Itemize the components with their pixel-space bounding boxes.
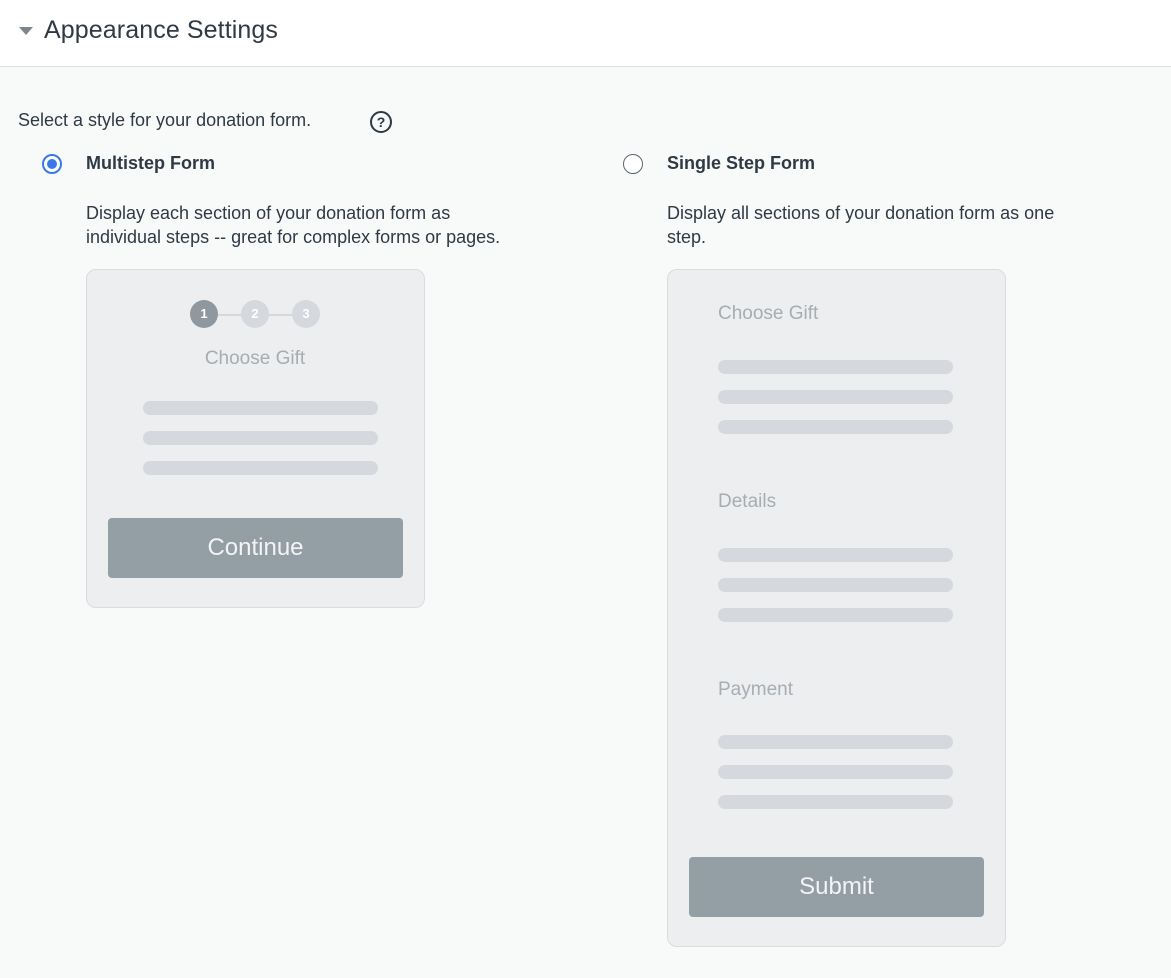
- section-header: Appearance Settings: [0, 0, 1171, 67]
- multistep-description: Display each section of your donation fo…: [86, 201, 500, 249]
- singlestep-description: Display all sections of your donation fo…: [667, 201, 1054, 249]
- singlestep-preview[interactable]: Choose Gift Details Payment Submit: [667, 269, 1006, 947]
- placeholder-bar: [718, 390, 953, 404]
- placeholder-bar: [718, 735, 953, 749]
- preview-continue-button: Continue: [108, 518, 403, 578]
- preview-section-label: Choose Gift: [204, 348, 306, 369]
- placeholder-bar: [143, 431, 378, 445]
- help-icon[interactable]: ?: [370, 111, 392, 133]
- multistep-title[interactable]: Multistep Form: [86, 153, 215, 174]
- section-title: Appearance Settings: [44, 16, 279, 44]
- placeholder-bar: [718, 765, 953, 779]
- collapse-caret-icon[interactable]: [19, 27, 33, 35]
- multistep-preview[interactable]: 1 2 3 Choose Gift Continue: [86, 269, 425, 608]
- placeholder-bar: [143, 401, 378, 415]
- preview-section-label: Details: [718, 491, 777, 512]
- placeholder-bar: [718, 548, 953, 562]
- multistep-radio[interactable]: [42, 154, 62, 174]
- step-indicator: 1: [190, 300, 218, 328]
- placeholder-bar: [718, 360, 953, 374]
- singlestep-description-line: step.: [667, 227, 707, 247]
- singlestep-radio[interactable]: [623, 154, 643, 174]
- style-prompt: Select a style for your donation form.: [18, 110, 312, 130]
- step-indicator: 3: [292, 300, 320, 328]
- multistep-description-line: Display each section of your donation fo…: [86, 203, 451, 223]
- preview-section-label: Payment: [718, 679, 793, 700]
- preview-submit-button: Submit: [689, 857, 984, 917]
- placeholder-bar: [143, 461, 378, 475]
- multistep-description-line: individual steps -- great for complex fo…: [86, 227, 501, 247]
- placeholder-bar: [718, 795, 953, 809]
- step-indicator: 2: [241, 300, 269, 328]
- placeholder-bar: [718, 578, 953, 592]
- singlestep-title[interactable]: Single Step Form: [667, 153, 815, 174]
- preview-section-label: Choose Gift: [718, 303, 819, 324]
- placeholder-bar: [718, 608, 953, 622]
- placeholder-bar: [718, 420, 953, 434]
- singlestep-description-line: Display all sections of your donation fo…: [667, 203, 1055, 223]
